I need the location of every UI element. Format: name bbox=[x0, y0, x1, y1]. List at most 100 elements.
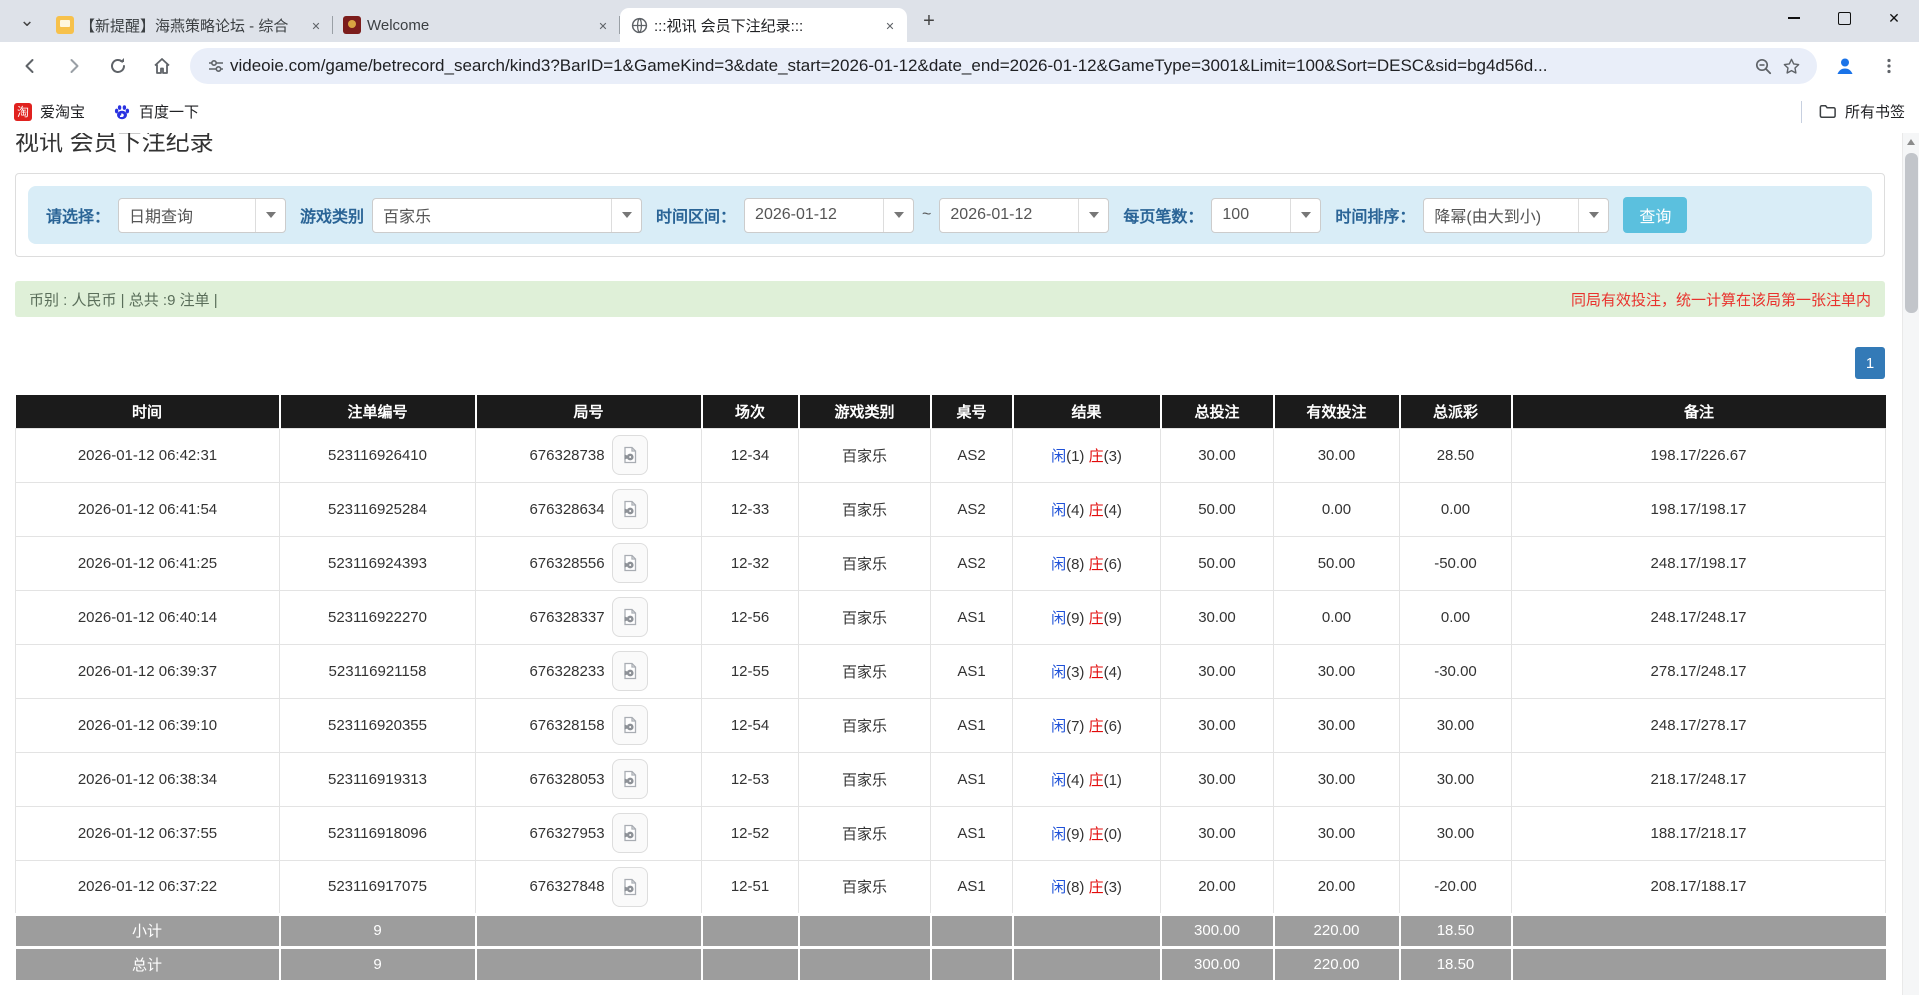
forward-arrow-icon bbox=[64, 56, 84, 76]
game-type-select[interactable]: 百家乐 bbox=[372, 198, 642, 233]
cell-total-bet[interactable]: 50.00 bbox=[1161, 536, 1274, 590]
date-end-select[interactable]: 2026-01-12 bbox=[939, 198, 1109, 233]
reload-button[interactable] bbox=[101, 49, 135, 83]
browser-menu-button[interactable] bbox=[1872, 49, 1906, 83]
video-file-icon bbox=[620, 499, 640, 519]
tab-forum[interactable]: 【新提醒】海燕策略论坛 - 综合 bbox=[46, 8, 333, 42]
round-number: 676328556 bbox=[529, 555, 604, 572]
video-replay-button[interactable] bbox=[612, 435, 648, 475]
browser-toolbar: videoie.com/game/betrecord_search/kind3?… bbox=[0, 42, 1919, 90]
cell-time: 2026-01-12 06:42:31 bbox=[16, 428, 280, 482]
result-banker: 庄 bbox=[1089, 502, 1104, 519]
cell-note: 248.17/198.17 bbox=[1512, 536, 1886, 590]
total-label: 总计 bbox=[16, 947, 280, 980]
video-replay-button[interactable] bbox=[612, 813, 648, 853]
maximize-button[interactable] bbox=[1819, 0, 1869, 36]
avatar-icon bbox=[1834, 55, 1856, 77]
total-row: 总计 9 300.00 220.00 18.50 bbox=[16, 947, 1886, 980]
query-mode-select[interactable]: 日期查询 bbox=[118, 198, 286, 233]
video-replay-button[interactable] bbox=[612, 651, 648, 691]
new-tab-button[interactable] bbox=[915, 8, 943, 36]
cell-time: 2026-01-12 06:41:54 bbox=[16, 482, 280, 536]
profile-avatar[interactable] bbox=[1828, 49, 1862, 83]
cell-round: 676327848 bbox=[476, 860, 702, 914]
cell-total-bet[interactable]: 30.00 bbox=[1161, 806, 1274, 860]
tab-close-button[interactable] bbox=[881, 16, 899, 34]
cell-result: 闲(4) 庄(4) bbox=[1013, 482, 1161, 536]
select-mode-label: 请选择： bbox=[46, 203, 110, 227]
result-player-count: (3) bbox=[1066, 664, 1089, 681]
date-start-select[interactable]: 2026-01-12 bbox=[744, 198, 914, 233]
video-file-icon bbox=[620, 607, 640, 627]
table-row: 2026-01-12 06:37:55523116918096676327953… bbox=[16, 806, 1886, 860]
caret-segment bbox=[1078, 199, 1108, 232]
video-replay-button[interactable] bbox=[612, 705, 648, 745]
video-replay-button[interactable] bbox=[612, 759, 648, 799]
cell-table-number: AS1 bbox=[931, 806, 1013, 860]
zoom-icon[interactable] bbox=[1749, 52, 1777, 80]
video-replay-button[interactable] bbox=[612, 867, 648, 907]
video-replay-button[interactable] bbox=[612, 489, 648, 529]
result-player-count: (8) bbox=[1066, 879, 1089, 896]
subtotal-row: 小计 9 300.00 220.00 18.50 bbox=[16, 914, 1886, 947]
folder-icon bbox=[1818, 102, 1837, 121]
column-header: 游戏类别 bbox=[799, 395, 931, 428]
cell-table-number: AS1 bbox=[931, 860, 1013, 914]
filter-panel: 请选择： 日期查询 游戏类别 百家乐 时间区间： 2026-01-12 ~ bbox=[28, 186, 1872, 244]
per-page-select[interactable]: 100 bbox=[1211, 198, 1321, 233]
video-replay-button[interactable] bbox=[612, 543, 648, 583]
close-window-button[interactable] bbox=[1869, 0, 1919, 36]
all-bookmarks-label[interactable]: 所有书签 bbox=[1845, 101, 1905, 122]
cell-total-bet[interactable]: 20.00 bbox=[1161, 860, 1274, 914]
scrollbar-thumb[interactable] bbox=[1905, 153, 1918, 313]
cell-payout: 28.50 bbox=[1400, 428, 1512, 482]
bookmark-taobao[interactable]: 爱淘宝 bbox=[14, 101, 85, 122]
cell-total-bet[interactable]: 30.00 bbox=[1161, 428, 1274, 482]
page-number-button[interactable]: 1 bbox=[1855, 347, 1885, 379]
forward-button[interactable] bbox=[57, 49, 91, 83]
table-row: 2026-01-12 06:41:54523116925284676328634… bbox=[16, 482, 1886, 536]
page-title: 视讯 会员下注纪录 bbox=[15, 133, 1885, 157]
scrollbar-up-button[interactable] bbox=[1903, 133, 1919, 150]
tab-close-button[interactable] bbox=[594, 16, 612, 34]
cell-total-bet[interactable]: 30.00 bbox=[1161, 752, 1274, 806]
round-number: 676328738 bbox=[529, 447, 604, 464]
result-banker-count: (6) bbox=[1104, 556, 1122, 573]
cell-total-bet[interactable]: 30.00 bbox=[1161, 698, 1274, 752]
tab-close-button[interactable] bbox=[307, 16, 325, 34]
result-banker: 庄 bbox=[1089, 772, 1104, 789]
cell-valid-bet: 20.00 bbox=[1274, 860, 1400, 914]
tab-search-button[interactable] bbox=[12, 7, 42, 37]
result-banker: 庄 bbox=[1089, 664, 1104, 681]
same-round-notice: 同局有效投注，统一计算在该局第一张注单内 bbox=[1571, 289, 1871, 310]
result-banker: 庄 bbox=[1089, 610, 1104, 627]
bookmark-baidu[interactable]: 百度一下 bbox=[113, 101, 199, 122]
caret-segment bbox=[255, 199, 285, 232]
home-button[interactable] bbox=[145, 49, 179, 83]
cell-bet-id: 523116920355 bbox=[280, 698, 476, 752]
table-row: 2026-01-12 06:39:37523116921158676328233… bbox=[16, 644, 1886, 698]
search-button[interactable]: 查询 bbox=[1623, 197, 1687, 233]
caret-down-icon bbox=[1089, 212, 1099, 218]
tab-bet-records-active[interactable]: :::视讯 会员下注纪录::: bbox=[620, 8, 907, 42]
cell-total-bet[interactable]: 30.00 bbox=[1161, 644, 1274, 698]
page-scrollbar[interactable] bbox=[1902, 133, 1919, 995]
cell-session: 12-32 bbox=[702, 536, 799, 590]
url-text[interactable]: videoie.com/game/betrecord_search/kind3?… bbox=[230, 56, 1749, 76]
result-banker-count: (3) bbox=[1104, 879, 1122, 896]
time-sort-select[interactable]: 降幂(由大到小) bbox=[1423, 198, 1609, 233]
back-button[interactable] bbox=[13, 49, 47, 83]
cell-total-bet[interactable]: 50.00 bbox=[1161, 482, 1274, 536]
site-settings-icon[interactable] bbox=[202, 52, 230, 80]
video-replay-button[interactable] bbox=[612, 597, 648, 637]
cell-total-bet[interactable]: 30.00 bbox=[1161, 590, 1274, 644]
video-file-icon bbox=[620, 769, 640, 789]
column-header: 场次 bbox=[702, 395, 799, 428]
minimize-button[interactable] bbox=[1769, 0, 1819, 36]
result-player-count: (8) bbox=[1066, 556, 1089, 573]
bookmark-star-icon[interactable] bbox=[1777, 52, 1805, 80]
window-controls bbox=[1769, 0, 1919, 36]
cell-result: 闲(8) 庄(3) bbox=[1013, 860, 1161, 914]
address-bar[interactable]: videoie.com/game/betrecord_search/kind3?… bbox=[190, 48, 1817, 84]
tab-welcome[interactable]: Welcome bbox=[333, 8, 620, 42]
